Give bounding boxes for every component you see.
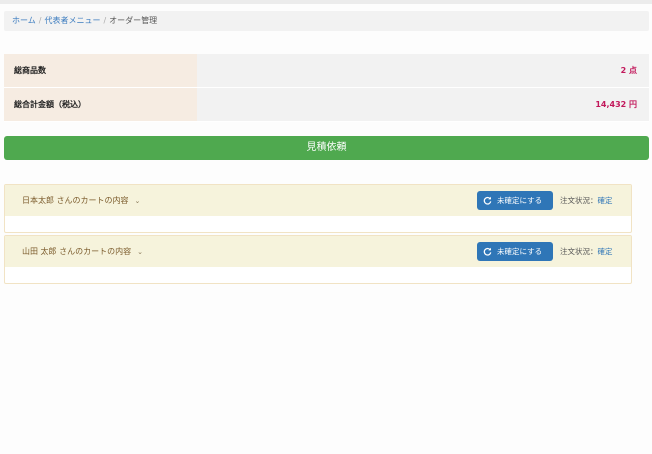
unconfirm-button-label: 未確定にする [497,247,543,256]
refresh-icon [483,247,492,256]
summary-row-total-items: 総商品数 2 点 [4,54,649,88]
unconfirm-button[interactable]: 未確定にする [477,191,553,210]
total-amount-value: 14,432 円 [197,88,649,121]
breadcrumb: ホーム / 代表者メニュー / オーダー管理 [4,11,649,31]
cart-title: 山田 太郎 さんのカートの内容 [22,247,132,256]
cart-panel: 山田 太郎 さんのカートの内容 ⌄ 未確定にする 注文状況：確定 [4,235,632,284]
cart-panel: 日本太郎 さんのカートの内容 ⌄ 未確定にする 注文状況：確定 [4,184,632,233]
top-bar [0,0,652,4]
order-status: 注文状況：確定 [560,236,613,267]
order-status-value: 確定 [597,196,613,205]
order-summary-table: 総商品数 2 点 総合計金額（税込） 14,432 円 [4,54,649,122]
refresh-icon [483,196,492,205]
cart-panel-header: 日本太郎 さんのカートの内容 ⌄ 未確定にする 注文状況：確定 [5,185,631,216]
total-items-label: 総商品数 [4,54,197,87]
breadcrumb-home-link[interactable]: ホーム [12,16,36,25]
breadcrumb-current: オーダー管理 [109,16,158,25]
total-items-value: 2 点 [197,54,649,87]
unconfirm-button-label: 未確定にする [497,196,543,205]
cart-title-toggle[interactable]: 山田 太郎 さんのカートの内容 ⌄ [22,236,143,268]
chevron-down-icon: ⌄ [137,248,143,256]
chevron-down-icon: ⌄ [134,197,141,205]
unconfirm-button[interactable]: 未確定にする [477,242,553,261]
breadcrumb-separator: / [103,16,107,25]
total-amount-label: 総合計金額（税込） [4,88,197,121]
summary-row-total-amount: 総合計金額（税込） 14,432 円 [4,88,649,122]
order-status-label: 注文状況： [560,247,598,256]
order-status-label: 注文状況： [560,196,598,205]
order-status: 注文状況：確定 [560,185,613,216]
cart-panel-header: 山田 太郎 さんのカートの内容 ⌄ 未確定にする 注文状況：確定 [5,236,631,267]
quote-request-button[interactable]: 見積依頼 [4,136,649,160]
cart-title-toggle[interactable]: 日本太郎 さんのカートの内容 ⌄ [22,185,140,217]
breadcrumb-separator: / [38,16,42,25]
order-status-value: 確定 [597,247,613,256]
breadcrumb-menu-link[interactable]: 代表者メニュー [44,16,100,25]
cart-title: 日本太郎 さんのカートの内容 [22,196,129,205]
